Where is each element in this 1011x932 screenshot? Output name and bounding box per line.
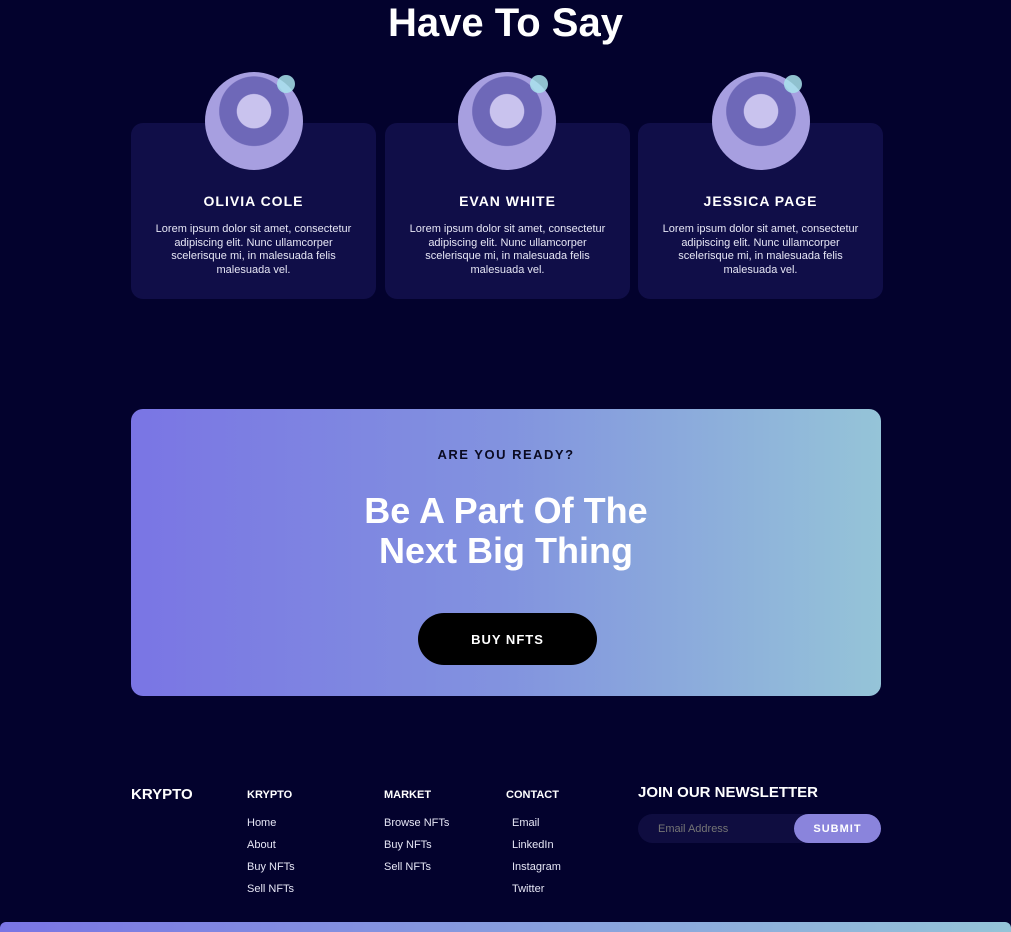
decorative-dot-icon — [277, 75, 295, 93]
column-title: CONTACT — [506, 789, 559, 801]
testimonial-quote: Lorem ipsum dolor sit amet, consectetur … — [409, 223, 606, 276]
footer-link[interactable]: Home — [247, 817, 295, 839]
section-heading: Have To Say — [388, 1, 623, 45]
decorative-dot-icon — [530, 75, 548, 93]
cta-title-line: Be A Part Of The — [364, 490, 648, 531]
buy-nfts-button[interactable]: BUY NFTS — [418, 613, 597, 665]
footer-link[interactable]: Instagram — [512, 861, 561, 883]
testimonial-name: EVAN WHITE — [459, 193, 556, 209]
cta-banner: ARE YOU READY? Be A Part Of The Next Big… — [131, 409, 881, 696]
testimonial-name: OLIVIA COLE — [203, 193, 304, 209]
footer-link[interactable]: Browse NFTs — [384, 817, 449, 839]
testimonial-quote: Lorem ipsum dolor sit amet, consectetur … — [662, 223, 859, 276]
footer-link[interactable]: Buy NFTs — [384, 839, 449, 861]
footer-column-market: MARKET Browse NFTs Buy NFTs Sell NFTs — [384, 789, 449, 883]
bottom-gradient-bar — [0, 922, 1011, 932]
footer-link[interactable]: Email — [512, 817, 561, 839]
newsletter-title: JOIN OUR NEWSLETTER — [638, 784, 819, 801]
footer-link[interactable]: Sell NFTs — [247, 883, 295, 905]
column-title: KRYPTO — [247, 789, 293, 801]
testimonial-quote: Lorem ipsum dolor sit amet, consectetur … — [155, 223, 352, 276]
footer-link[interactable]: About — [247, 839, 295, 861]
cta-kicker: ARE YOU READY? — [437, 447, 575, 462]
column-title: MARKET — [384, 789, 432, 801]
footer-column-krypto: KRYPTO Home About Buy NFTs Sell NFTs — [247, 789, 295, 905]
submit-button[interactable]: SUBMIT — [794, 814, 881, 843]
footer-link[interactable]: Twitter — [512, 883, 561, 905]
cta-title-line: Next Big Thing — [379, 530, 633, 571]
footer-brand: KRYPTO — [131, 786, 193, 803]
footer-link[interactable]: LinkedIn — [512, 839, 561, 861]
cta-title: Be A Part Of The Next Big Thing — [131, 491, 881, 571]
footer-column-contact: CONTACT Email LinkedIn Instagram Twitter — [506, 789, 561, 905]
decorative-dot-icon — [784, 75, 802, 93]
footer-link[interactable]: Buy NFTs — [247, 861, 295, 883]
testimonial-name: JESSICA PAGE — [703, 193, 818, 209]
footer-link[interactable]: Sell NFTs — [384, 861, 449, 883]
